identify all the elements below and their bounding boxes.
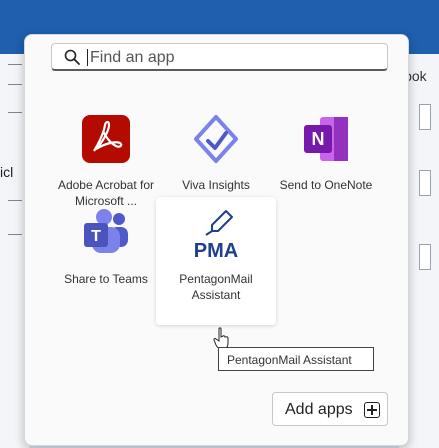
adobe-acrobat-icon: [78, 111, 134, 167]
apps-flyout: Find an app Adobe Acrobat for Microsoft …: [24, 34, 409, 446]
divider: [8, 64, 22, 65]
background-control: [419, 170, 431, 196]
divider: [8, 84, 22, 85]
app-label: Send to OneNote: [279, 178, 373, 192]
app-label: Share to Teams: [64, 272, 148, 286]
svg-text:T: T: [91, 228, 101, 245]
search-icon: [64, 49, 80, 65]
app-tile-viva-insights[interactable]: Viva Insights: [156, 111, 276, 193]
divider: [8, 112, 22, 113]
add-icon: [364, 402, 380, 418]
app-tile-send-to-onenote[interactable]: N Send to OneNote: [266, 111, 386, 193]
text-caret: [87, 49, 88, 66]
onenote-icon: N: [298, 111, 354, 167]
teams-icon: T: [78, 205, 134, 261]
app-tile-pentagonmail-assistant[interactable]: PMA PentagonMail Assistant: [156, 197, 276, 325]
app-label: Viva Insights: [182, 178, 250, 192]
divider: [8, 234, 22, 235]
viva-insights-icon: [188, 111, 244, 167]
search-input[interactable]: Find an app: [51, 43, 388, 71]
pma-logo-text: PMA: [194, 240, 238, 261]
pentagonmail-icon: PMA: [188, 205, 244, 262]
add-apps-label: Add apps: [285, 401, 353, 418]
svg-text:N: N: [312, 129, 325, 149]
tooltip: PentagonMail Assistant: [218, 347, 374, 371]
add-apps-button[interactable]: Add apps: [272, 392, 388, 426]
search-placeholder: Find an app: [90, 49, 175, 66]
background-control: [419, 244, 431, 270]
app-label: PentagonMail Assistant: [179, 272, 253, 302]
app-tile-share-to-teams[interactable]: T Share to Teams: [46, 205, 166, 287]
app-tile-adobe-acrobat[interactable]: Adobe Acrobat for Microsoft ...: [46, 111, 166, 209]
background-text: icl: [0, 164, 14, 180]
divider: [8, 200, 22, 201]
background-control: [419, 104, 431, 130]
